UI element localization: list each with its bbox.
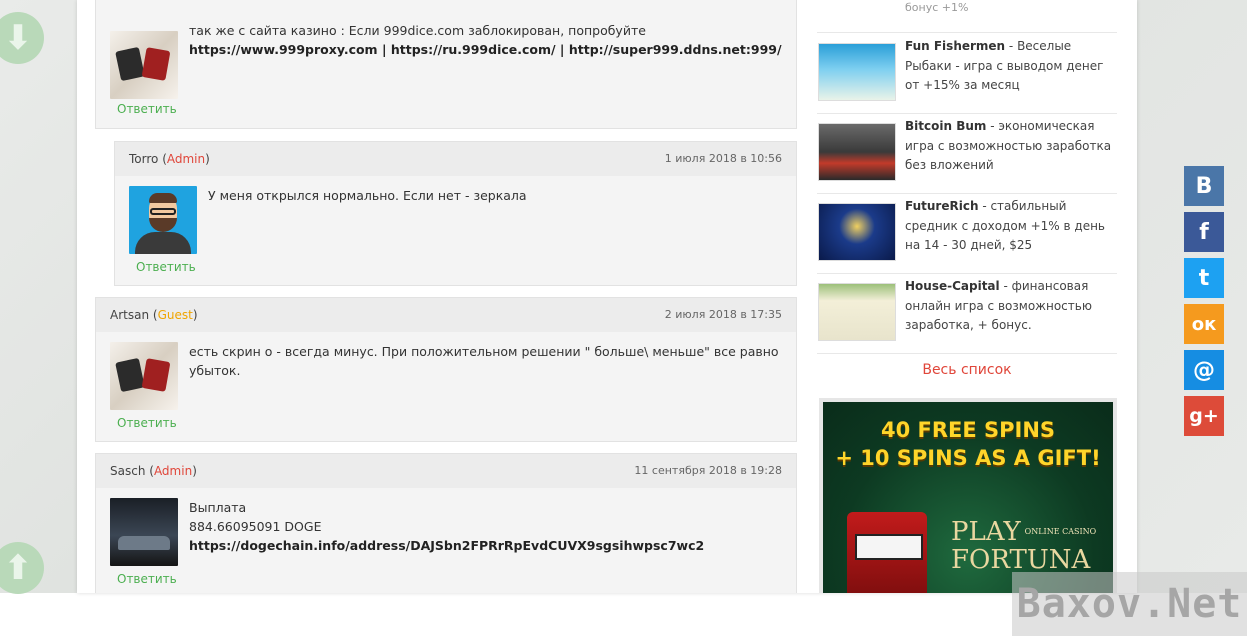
reply-link[interactable]: Ответить — [117, 572, 177, 586]
slot-machine-icon — [847, 512, 927, 593]
comment-date: 2 июля 2018 в 17:35 — [664, 308, 782, 321]
googleplus-icon[interactable]: g+ — [1184, 396, 1224, 436]
content-page: так же с сайта казино : Если 999dice.com… — [77, 0, 1137, 593]
comment: Torro (Admin) 1 июля 2018 в 10:56 У меня… — [114, 141, 797, 286]
facebook-icon[interactable]: f — [1184, 212, 1224, 252]
game-text-partial: бонус +1% — [905, 1, 969, 14]
game-name[interactable]: House-Capital — [905, 279, 1000, 293]
comment-body: есть скрин о - всегда минус. При положит… — [96, 332, 796, 430]
banner-brand: PLAY ONLINE CASINO FORTUNA — [951, 517, 1097, 575]
game-name[interactable]: Fun Fishermen — [905, 39, 1005, 53]
comment-body: У меня открылся нормально. Если нет - зе… — [115, 176, 796, 274]
avatar — [110, 498, 178, 566]
game-thumbnail — [818, 203, 896, 261]
comment-link[interactable]: https://dogechain.info/address/DAJSbn2FP… — [189, 536, 782, 555]
comment-links[interactable]: https://www.999proxy.com | https://ru.99… — [189, 40, 782, 59]
comment-body: так же с сайта казино : Если 999dice.com… — [96, 0, 796, 116]
vk-icon[interactable]: В — [1184, 166, 1224, 206]
banner-title-line2: + 10 SPINS AS A GIFT! — [835, 446, 1101, 470]
game-item[interactable]: House-Capital - финансовая онлайн игра с… — [817, 273, 1117, 354]
avatar — [110, 342, 178, 410]
comment-text: Выплата 884.66095091 DOGE https://dogech… — [189, 498, 782, 566]
comment-header: Sasch (Admin) 11 сентября 2018 в 19:28 — [96, 454, 796, 488]
game-name[interactable]: Bitcoin Bum — [905, 119, 986, 133]
role-badge: Admin — [153, 464, 193, 478]
comment-author: Sasch — [110, 464, 146, 478]
all-list-link[interactable]: Весь список — [817, 362, 1117, 378]
reply-link[interactable]: Ответить — [117, 416, 177, 430]
avatar — [129, 186, 197, 254]
game-item[interactable]: бонус +1% — [817, 0, 1117, 33]
role-badge: Admin — [166, 152, 206, 166]
mailru-icon[interactable]: @ — [1184, 350, 1224, 390]
game-item[interactable]: FutureRich - стабильный средник с доходо… — [817, 193, 1117, 274]
casino-banner[interactable]: 40 FREE SPINS + 10 SPINS AS A GIFT! PLAY… — [819, 398, 1117, 593]
game-item[interactable]: Bitcoin Bum - экономическая игра с возмо… — [817, 113, 1117, 194]
reply-link[interactable]: Ответить — [136, 260, 196, 274]
role-badge: Guest — [157, 308, 193, 322]
comment-header: Artsan (Guest) 2 июля 2018 в 17:35 — [96, 298, 796, 332]
reply-link[interactable]: Ответить — [117, 102, 177, 116]
game-thumbnail — [818, 43, 896, 101]
comment-date: 1 июля 2018 в 10:56 — [664, 152, 782, 165]
comment-text: У меня открылся нормально. Если нет - зе… — [208, 188, 527, 203]
social-share-bar: В f t ок @ g+ — [1184, 166, 1224, 442]
comment-header: Torro (Admin) 1 июля 2018 в 10:56 — [115, 142, 796, 176]
comment-author: Artsan — [110, 308, 150, 322]
comment-text: так же с сайта казино : Если 999dice.com… — [189, 23, 782, 59]
game-thumbnail — [818, 123, 896, 181]
comment: так же с сайта казино : Если 999dice.com… — [95, 0, 797, 129]
comment: Sasch (Admin) 11 сентября 2018 в 19:28 В… — [95, 453, 797, 593]
watermark: Baxov.Net — [1012, 572, 1247, 636]
banner-title-line1: 40 FREE SPINS — [880, 418, 1056, 442]
game-thumbnail — [818, 283, 896, 341]
odnoklassniki-icon[interactable]: ок — [1184, 304, 1224, 344]
game-item[interactable]: Fun Fishermen - Веселые Рыбаки - игра с … — [817, 33, 1117, 114]
twitter-icon[interactable]: t — [1184, 258, 1224, 298]
comment: Artsan (Guest) 2 июля 2018 в 17:35 есть … — [95, 297, 797, 442]
game-name[interactable]: FutureRich — [905, 199, 979, 213]
comment-date: 11 сентября 2018 в 19:28 — [634, 464, 782, 477]
comment-text: есть скрин о - всегда минус. При положит… — [189, 344, 779, 378]
comment-body: Выплата 884.66095091 DOGE https://dogech… — [96, 488, 796, 586]
comment-author: Torro — [129, 152, 159, 166]
avatar — [110, 31, 178, 99]
